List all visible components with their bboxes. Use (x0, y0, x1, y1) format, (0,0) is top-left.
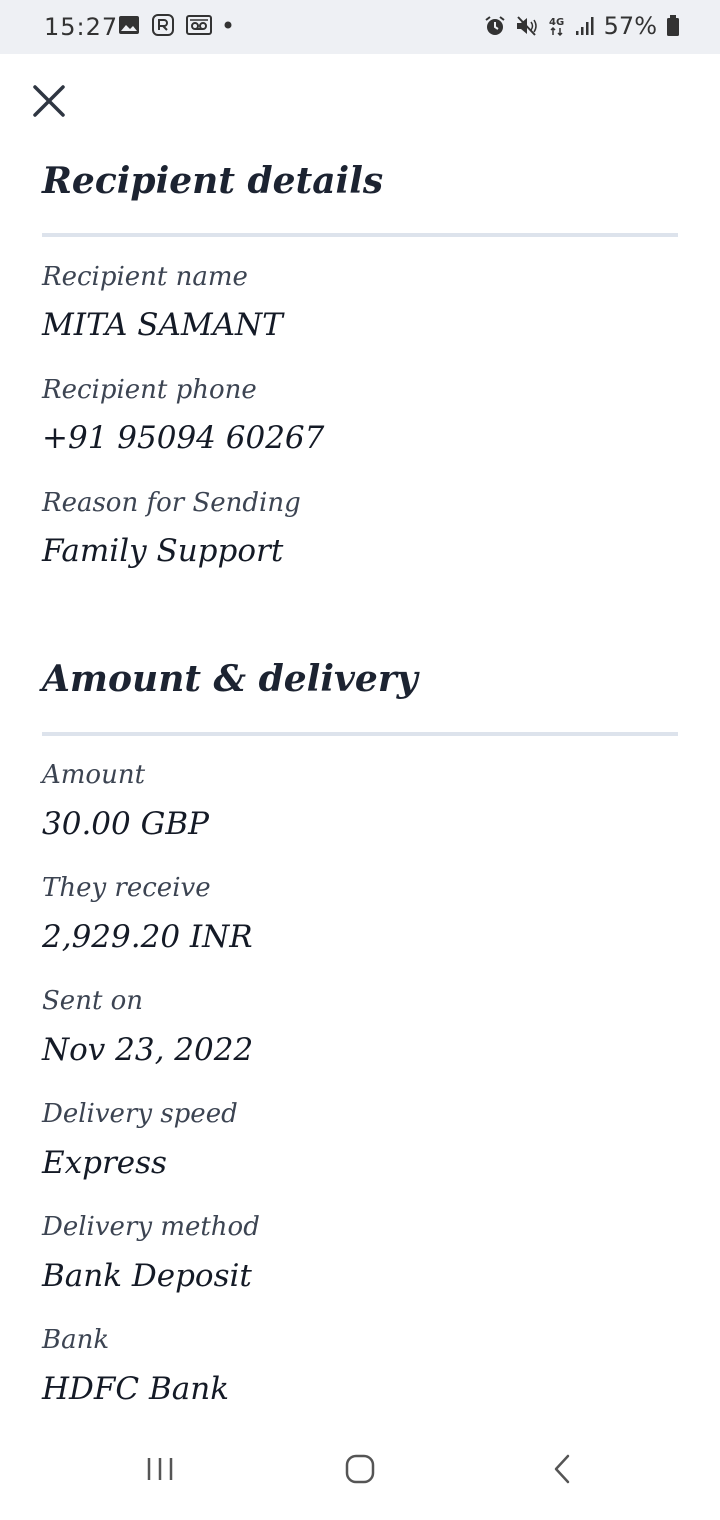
recipient-name-value: MITA SAMANT (42, 307, 283, 343)
amount-delivery-title: Amount & delivery (42, 658, 418, 700)
alarm-icon (484, 15, 506, 37)
notification-icons (118, 14, 232, 36)
amount-label: Amount (42, 760, 146, 790)
dot-icon (224, 21, 232, 29)
recent-apps-icon (145, 1456, 175, 1486)
recent-apps-button[interactable] (130, 1448, 190, 1494)
section-divider (42, 233, 678, 237)
they-receive-value: 2,929.20 INR (42, 919, 253, 955)
home-button[interactable] (330, 1448, 390, 1494)
mute-icon (515, 15, 539, 37)
recipient-name-label: Recipient name (42, 262, 248, 292)
back-icon (551, 1453, 573, 1489)
section-divider (42, 732, 678, 736)
they-receive-label: They receive (42, 873, 211, 903)
battery-percent: 57% (603, 12, 657, 40)
battery-icon (666, 15, 680, 37)
recipient-phone-label: Recipient phone (42, 375, 257, 405)
amount-value: 30.00 GBP (42, 806, 210, 842)
status-time: 15:27 (44, 13, 119, 41)
svg-text:4G: 4G (549, 17, 564, 28)
status-bar: 15:27 4G 57% (0, 0, 720, 54)
recipient-phone-value: +91 95094 60267 (42, 420, 325, 456)
system-icons: 4G 57% (484, 12, 680, 40)
delivery-speed-value: Express (42, 1145, 167, 1181)
recipient-details-title: Recipient details (42, 160, 384, 202)
sent-on-value: Nov 23, 2022 (42, 1032, 254, 1068)
close-icon (32, 84, 66, 122)
r-app-icon (152, 14, 174, 36)
gallery-icon (118, 15, 140, 35)
reason-value: Family Support (42, 533, 284, 569)
signal-icon (575, 16, 595, 36)
navigation-bar (0, 1430, 720, 1520)
bank-label: Bank (42, 1325, 110, 1355)
voicemail-icon (186, 15, 212, 35)
delivery-method-label: Delivery method (42, 1212, 260, 1242)
network-4g-icon: 4G (548, 15, 566, 37)
close-button[interactable] (28, 82, 70, 124)
bank-value: HDFC Bank (42, 1371, 229, 1407)
sent-on-label: Sent on (42, 986, 144, 1016)
delivery-speed-label: Delivery speed (42, 1099, 238, 1129)
back-button[interactable] (532, 1448, 592, 1494)
reason-label: Reason for Sending (42, 488, 301, 518)
home-icon (344, 1453, 376, 1489)
delivery-method-value: Bank Deposit (42, 1258, 252, 1294)
